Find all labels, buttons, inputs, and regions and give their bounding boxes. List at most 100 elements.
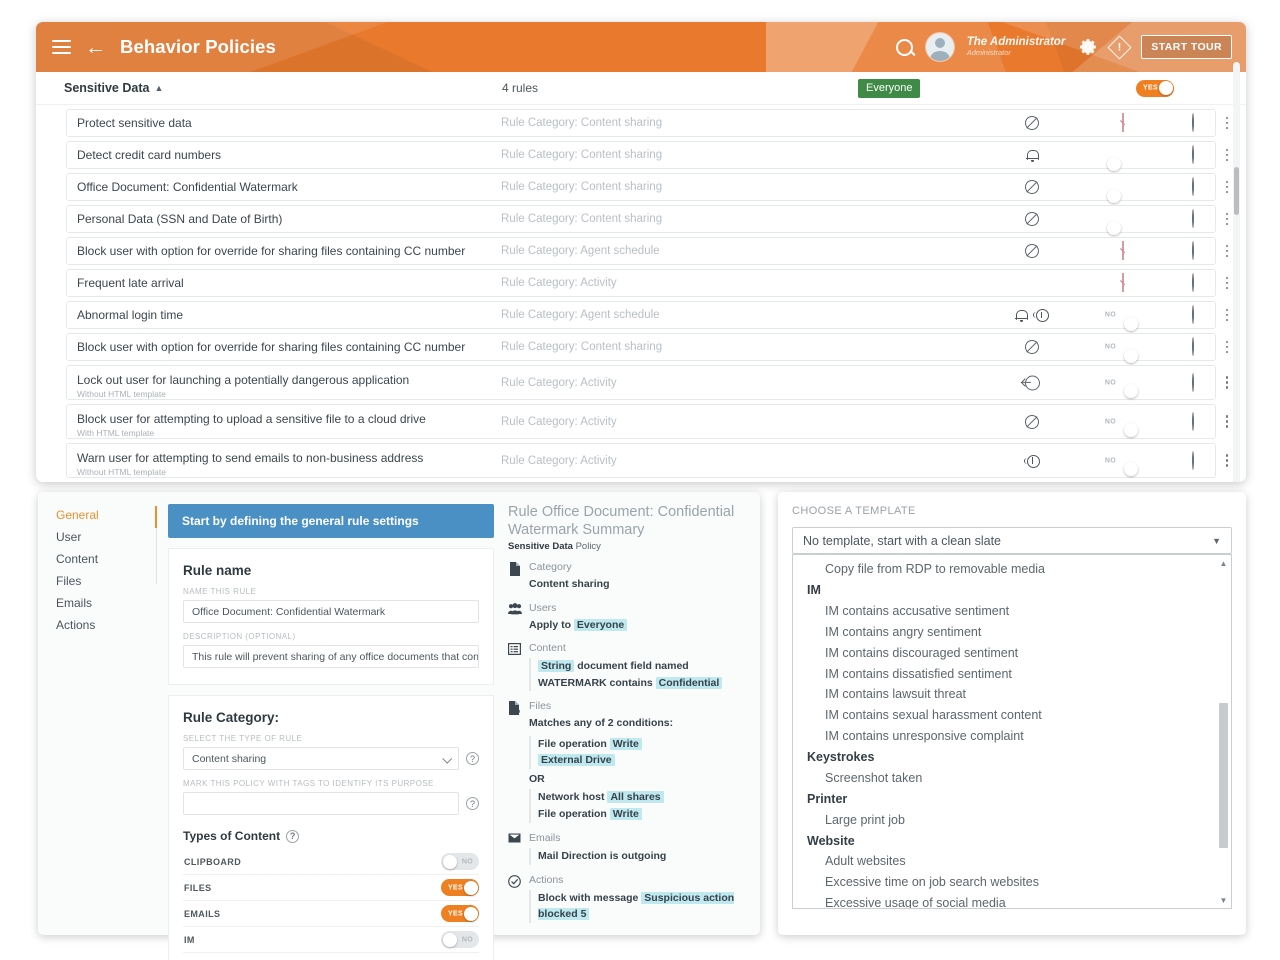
- toggle-knob: [1106, 220, 1121, 235]
- toggle-knob: [463, 880, 478, 895]
- rule-category-heading: Rule Category:: [183, 710, 280, 725]
- rules-scrollbar[interactable]: [1233, 62, 1240, 482]
- gear-icon[interactable]: [1078, 37, 1098, 57]
- avatar[interactable]: [925, 33, 954, 61]
- info-icon[interactable]: [1192, 411, 1194, 431]
- template-option[interactable]: IM contains sexual harassment content: [793, 705, 1231, 726]
- rule-tags-help-icon[interactable]: ?: [466, 797, 479, 810]
- rule-type-select[interactable]: Content sharing: [183, 747, 459, 770]
- rule-enable-toggle-label: NO: [1104, 457, 1116, 464]
- rule-overflow-menu[interactable]: [1220, 115, 1234, 131]
- info-icon[interactable]: [1192, 337, 1194, 356]
- editor-nav-item-files[interactable]: Files: [54, 570, 162, 592]
- info-icon[interactable]: [1192, 113, 1194, 132]
- rule-row[interactable]: Lock out user for launching a potentiall…: [66, 365, 1229, 400]
- template-scrollbar-thumb[interactable]: [1219, 703, 1228, 848]
- info-icon[interactable]: [1192, 273, 1194, 292]
- template-option[interactable]: Excessive usage of social media: [793, 893, 1231, 908]
- rule-row[interactable]: Warn user for attempting to send emails …: [66, 443, 1229, 478]
- rule-row[interactable]: Protect sensitive data Rule Category: Con…: [66, 109, 1229, 137]
- warning-diamond-icon[interactable]: !: [1107, 34, 1132, 60]
- search-icon[interactable]: [895, 38, 913, 56]
- rule-overflow-menu[interactable]: [1220, 211, 1234, 227]
- toggle-knob: [442, 854, 457, 869]
- rule-row[interactable]: Frequent late arrival Rule Category: Acti…: [66, 269, 1229, 297]
- rule-row[interactable]: Abnormal login time Rule Category: Agent …: [66, 301, 1229, 331]
- back-arrow-icon[interactable]: ←: [85, 37, 106, 58]
- policy-enable-toggle[interactable]: YES: [1136, 79, 1174, 97]
- rule-overflow-menu[interactable]: [1220, 243, 1234, 259]
- content-type-toggle[interactable]: YES: [441, 879, 479, 896]
- info-icon[interactable]: [1192, 209, 1194, 228]
- summary-section-actions: Actions Block with message Suspicious ac…: [508, 874, 750, 924]
- rule-subtitle: Without HTML template: [77, 467, 166, 478]
- chevron-up-icon[interactable]: ▲: [154, 83, 163, 93]
- template-option[interactable]: IM contains discouraged sentiment: [793, 643, 1231, 664]
- rule-overflow-menu[interactable]: [1220, 275, 1234, 291]
- template-option[interactable]: Adult websites: [793, 851, 1231, 872]
- check-circle-icon: [508, 874, 522, 924]
- types-of-content-help-icon[interactable]: ?: [286, 829, 300, 843]
- rule-overflow-menu[interactable]: [1220, 147, 1234, 163]
- rule-overflow-menu[interactable]: [1220, 453, 1234, 469]
- template-option[interactable]: IM contains lawsuit threat: [793, 684, 1231, 705]
- info-icon[interactable]: [1192, 241, 1194, 260]
- editor-nav-item-content[interactable]: Content: [54, 548, 162, 570]
- template-option[interactable]: IM contains accusative sentiment: [793, 601, 1231, 622]
- rule-row[interactable]: Block user with option for override for …: [66, 333, 1229, 363]
- rule-action-icons: [992, 244, 1072, 258]
- template-option[interactable]: Excessive time on job search websites: [793, 872, 1231, 893]
- rule-category: Rule Category: Activity: [501, 415, 617, 428]
- editor-nav-item-emails[interactable]: Emails: [54, 592, 162, 614]
- template-option[interactable]: Large print job: [793, 810, 1231, 831]
- rule-description-input[interactable]: This rule will prevent sharing of any of…: [183, 645, 479, 668]
- rule-action-icons: [992, 180, 1072, 194]
- info-icon[interactable]: [1192, 305, 1194, 324]
- start-tour-button[interactable]: START TOUR: [1141, 35, 1232, 59]
- template-option[interactable]: Copy file from RDP to removable media: [793, 559, 1231, 580]
- warning-diamond-icon[interactable]: !: [1118, 273, 1127, 292]
- rule-row[interactable]: Detect credit card numbers Rule Category:…: [66, 141, 1229, 171]
- rule-tags-input[interactable]: [183, 792, 459, 815]
- summary-files-matches: Matches any of 2 conditions:: [529, 717, 674, 730]
- rule-category: Rule Category: Content sharing: [501, 181, 663, 193]
- rule-row[interactable]: Personal Data (SSN and Date of Birth) Rul…: [66, 205, 1229, 235]
- rule-row[interactable]: Office Document: Confidential Watermark R…: [66, 173, 1229, 203]
- content-type-toggle[interactable]: NO: [441, 853, 479, 870]
- rule-overflow-menu[interactable]: [1220, 414, 1234, 430]
- info-icon[interactable]: [1192, 450, 1194, 470]
- summary-cond2-a-label: Network host: [538, 791, 605, 804]
- rule-row[interactable]: Block user with option for override for …: [66, 237, 1229, 265]
- info-icon[interactable]: [1192, 372, 1194, 392]
- rule-type-help-icon[interactable]: ?: [466, 752, 479, 765]
- hamburger-icon[interactable]: [52, 40, 71, 54]
- info-icon[interactable]: [1192, 177, 1194, 196]
- editor-nav-item-general[interactable]: General: [54, 504, 162, 526]
- template-option[interactable]: IM contains unresponsive complaint: [793, 726, 1231, 747]
- rule-name-input[interactable]: Office Document: Confidential Watermark: [183, 600, 479, 623]
- template-option[interactable]: Screenshot taken: [793, 768, 1231, 789]
- template-option[interactable]: IM contains dissatisfied sentiment: [793, 663, 1231, 684]
- editor-nav-item-actions[interactable]: Actions: [54, 614, 162, 636]
- template-list-scrollbar[interactable]: ▲ ▼: [1218, 557, 1229, 906]
- warning-diamond-icon[interactable]: !: [1118, 113, 1127, 132]
- policy-enable-toggle-label: YES: [1143, 84, 1158, 92]
- template-option[interactable]: IM contains angry sentiment: [793, 622, 1231, 643]
- scroll-down-icon[interactable]: ▼: [1218, 894, 1229, 906]
- rule-overflow-menu[interactable]: [1220, 307, 1234, 323]
- rule-overflow-menu[interactable]: [1220, 339, 1234, 355]
- rule-row[interactable]: Block user for attempting to upload a se…: [66, 404, 1229, 439]
- template-group-header: Printer: [807, 791, 848, 806]
- rule-overflow-menu[interactable]: [1220, 179, 1234, 195]
- warning-diamond-icon[interactable]: !: [1118, 241, 1127, 260]
- editor-nav-item-user[interactable]: User: [54, 526, 162, 548]
- content-type-toggle[interactable]: NO: [441, 931, 479, 948]
- rule-overflow-menu[interactable]: [1220, 375, 1234, 391]
- policy-group-header[interactable]: Sensitive Data ▲ 4 rules Everyone YES: [36, 72, 1246, 105]
- scroll-up-icon[interactable]: ▲: [1218, 557, 1229, 569]
- content-type-toggle[interactable]: YES: [441, 905, 479, 922]
- rules-scrollbar-thumb[interactable]: [1234, 167, 1239, 215]
- info-icon[interactable]: [1192, 145, 1194, 164]
- template-option-list[interactable]: Copy file from RDP to removable media IM I…: [792, 554, 1232, 909]
- template-select[interactable]: No template, start with a clean slate ▼: [792, 527, 1232, 554]
